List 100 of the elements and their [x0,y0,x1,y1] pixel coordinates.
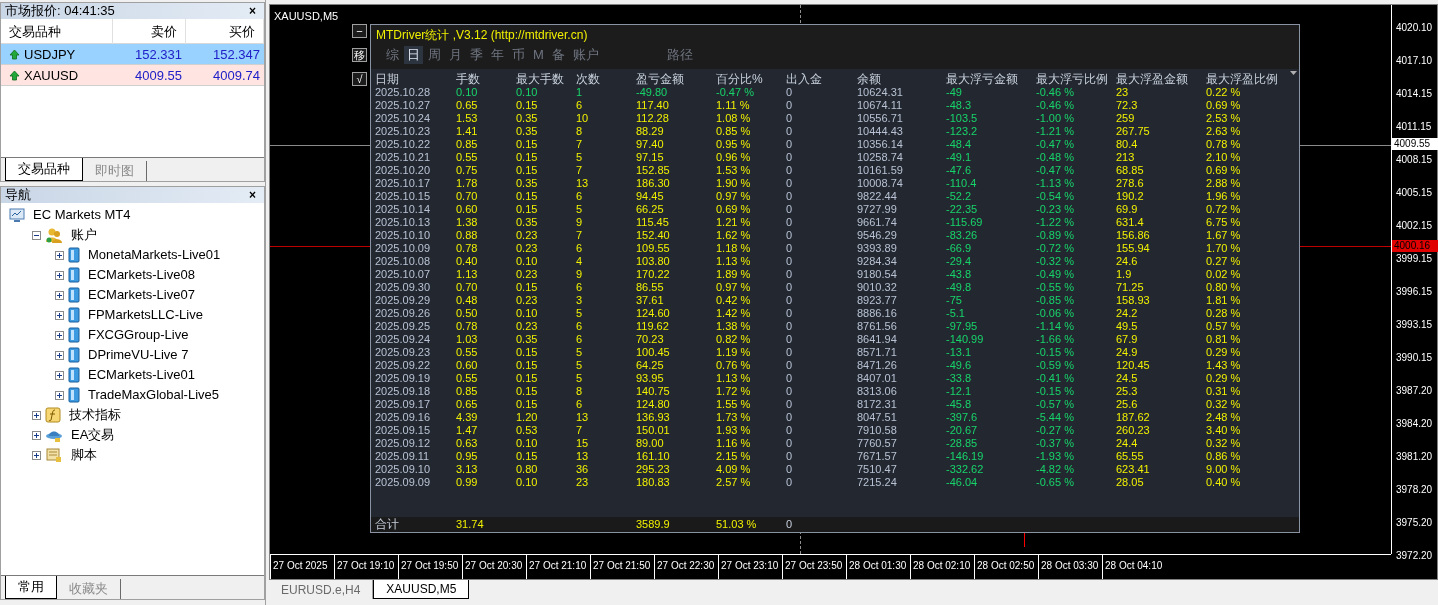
stats-tab[interactable]: 周 [425,46,444,64]
panel-tab[interactable]: 交易品种 [5,158,83,181]
table-cell-text: 0.95 % [716,138,752,151]
price-label: 3987.20 [1396,385,1433,397]
stats-tab[interactable]: 账户 [569,46,602,64]
dropdown-arrow-icon[interactable] [1290,71,1297,75]
time-label: 27 Oct 23:10 [718,555,782,579]
table-cell-text: 0.15 [516,164,539,177]
expand-icon[interactable] [55,290,64,300]
table-cell-text: -12.1 [946,385,973,398]
table-cell-text: -0.15 % [1036,385,1075,398]
stats-tab[interactable]: 年 [488,46,507,64]
table-cell-text: 0.97 % [716,190,752,203]
expand-icon[interactable] [32,410,41,420]
stats-tab[interactable]: 路径 [663,46,696,64]
table-cell-text: 0.15 [516,99,539,112]
stats-tab[interactable]: 备 [548,46,568,64]
table-cell-text: 5 [576,307,584,320]
table-cell-text: 2025.10.13 [375,216,432,229]
quote-row[interactable]: XAUUSD 4009.55 4009.74 [1,65,264,86]
people-icon [45,227,63,243]
tree-item[interactable]: 脚本 [71,447,97,463]
table-cell-text: 1.53 [456,112,479,125]
tree-item[interactable]: ECMarkets-Live01 [88,367,195,383]
tree-item[interactable]: ECMarkets-Live07 [88,287,195,303]
stats-tab[interactable]: 币 [509,46,528,64]
expand-icon[interactable] [32,450,41,460]
table-cell-text: -0.72 % [1036,242,1075,255]
table-cell-text: 0.15 [516,190,539,203]
expand-icon[interactable] [55,390,64,400]
panel-tab[interactable]: 常用 [5,576,57,599]
close-button[interactable]: × [245,188,260,202]
table-cell-text: -0.55 % [1036,281,1075,294]
table-cell-text: 0 [786,164,794,177]
table-cell-text: 93.95 [636,372,665,385]
table-cell-text: 0.40 % [1206,476,1242,489]
tree-item[interactable]: DPrimeVU-Live 7 [88,347,189,363]
table-cell-text: 0 [786,151,794,164]
table-cell-text: 1.47 [456,424,479,437]
panel-toggle-button[interactable]: 移 [352,48,367,62]
expand-icon[interactable] [55,370,64,380]
tree-item[interactable]: 技术指标 [69,407,121,423]
close-button[interactable]: × [245,4,260,18]
stats-tab[interactable]: 月 [446,46,465,64]
expand-icon[interactable] [55,310,64,320]
table-cell-text: 140.75 [636,385,671,398]
tree-item[interactable]: MonetaMarkets-Live01 [88,247,221,263]
table-cell-text: 103.80 [636,255,671,268]
table-cell-text: 5 [576,203,584,216]
table-cell-text: -0.54 % [1036,190,1075,203]
table-cell-text: 0.80 [516,463,539,476]
table-cell-text: 0 [786,216,794,229]
table-cell-text: 0 [786,229,794,242]
expand-icon[interactable] [55,350,64,360]
collapse-icon[interactable] [32,230,41,240]
server-icon [68,347,80,363]
table-cell-text: 2025.10.15 [375,190,432,203]
table-cell-text: 8886.16 [857,307,898,320]
expand-icon[interactable] [55,270,64,280]
table-cell-text: -48.4 [946,138,973,151]
quote-row[interactable]: USDJPY 152.331 152.347 [1,44,264,65]
table-cell-text: 2025.09.23 [375,346,432,359]
table-cell-text: 0.85 % [716,125,752,138]
tree-item[interactable]: FXCGGroup-Live [88,327,189,343]
table-cell-text: 0.35 [516,125,539,138]
tree-item[interactable]: FPMarketsLLC-Live [88,307,203,323]
table-cell-text: -0.59 % [1036,359,1075,372]
expand-icon[interactable] [32,430,41,440]
stats-tab[interactable]: 日 [404,46,423,64]
tree-item[interactable]: 账户 [71,227,97,243]
stats-tab[interactable]: 综 [383,46,402,64]
tree-item[interactable]: EA交易 [71,427,115,443]
table-cell-text: -0.65 % [1036,476,1075,489]
price-label: 3978.20 [1396,484,1433,496]
panel-toggle-button[interactable]: − [352,24,367,38]
tree-item[interactable]: ECMarkets-Live08 [88,267,195,283]
table-cell-text: 9180.54 [857,268,898,281]
table-cell-text: 1.70 % [1206,242,1242,255]
table-cell-text: -33.8 [946,372,973,385]
expand-icon[interactable] [55,330,64,340]
table-cell-text: 155.94 [1116,242,1151,255]
chart-tab[interactable]: XAUUSD,M5 [373,580,470,599]
table-cell-text: -0.32 % [1036,255,1075,268]
table-cell-text: 86.55 [636,281,665,294]
stats-tab[interactable]: 季 [467,46,486,64]
table-cell-text: 23 [576,476,590,489]
tree-item[interactable]: EC Markets MT4 [33,207,131,223]
stats-title: MTDriver统计 ,V3.12 (http://mtdriver.cn) [375,27,589,42]
stats-tab[interactable]: M [530,46,547,64]
table-cell-text: 25.3 [1116,385,1139,398]
bid-price: 152.331 [134,46,183,64]
expand-icon[interactable] [55,250,64,260]
table-cell-text: -0.41 % [1036,372,1075,385]
table-cell-text: 0.28 % [1206,307,1242,320]
tree-item[interactable]: TradeMaxGlobal-Live5 [88,387,220,403]
table-cell-text: 0.69 % [716,203,752,216]
panel-toggle-button[interactable]: √ [352,72,367,86]
table-cell-text: 1.18 % [716,242,752,255]
table-cell-text: 1.03 [456,333,479,346]
table-cell-text: 267.75 [1116,125,1151,138]
